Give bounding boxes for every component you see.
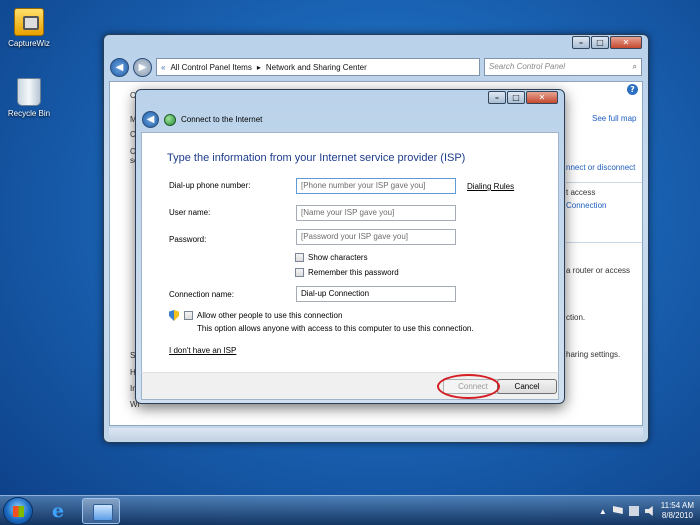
remember-password-label[interactable]: Remember this password [308, 268, 399, 277]
breadcrumb-separator-icon: ▸ [256, 62, 261, 72]
dialog-heading: Type the information from your Internet … [167, 152, 466, 164]
no-isp-link[interactable]: I don't have an ISP [169, 346, 236, 355]
search-input[interactable]: Search Control Panel ⌕ [484, 58, 642, 76]
show-characters-checkbox[interactable] [295, 253, 304, 262]
dialog-header: ◀ Connect to the Internet [142, 111, 262, 128]
connect-highlight-annotation [437, 374, 500, 399]
remember-password-checkbox[interactable] [295, 268, 304, 277]
dialog-title: Connect to the Internet [181, 115, 263, 124]
connect-disconnect-link[interactable]: nnect or disconnect [566, 163, 635, 172]
close-button[interactable]: ✕ [610, 36, 642, 49]
connection-name-value: Dial-up Connection [301, 289, 370, 298]
phone-number-input[interactable]: [Phone number your ISP gave you] [296, 178, 456, 194]
sharing-settings-text: haring settings. [566, 350, 621, 359]
password-label: Password: [169, 235, 207, 244]
phone-number-label: Dial-up phone number: [169, 181, 251, 190]
help-icon[interactable]: ? [627, 84, 638, 95]
window-controls: – □ ✕ [572, 36, 642, 49]
close-button[interactable]: ✕ [526, 91, 558, 104]
recycle-bin-icon [17, 78, 41, 106]
connection-name-label: Connection name: [169, 290, 234, 299]
see-full-map-link[interactable]: See full map [592, 114, 636, 123]
start-button[interactable] [3, 497, 33, 525]
action-center-flag-icon[interactable] [612, 506, 623, 514]
volume-icon[interactable] [644, 506, 653, 516]
user-name-input[interactable]: [Name your ISP gave you] [296, 205, 456, 221]
show-hidden-icons-icon[interactable]: ▲ [599, 507, 607, 516]
minimize-button[interactable]: – [488, 91, 506, 104]
search-placeholder: Search Control Panel [489, 62, 566, 71]
control-panel-taskbar-icon[interactable] [82, 498, 120, 524]
internet-explorer-icon[interactable] [40, 498, 78, 524]
dialog-body: Type the information from your Internet … [141, 132, 559, 372]
password-input[interactable]: [Password your ISP gave you] [296, 229, 456, 245]
breadcrumb-item[interactable]: Network and Sharing Center [266, 63, 367, 72]
dialog-window-controls: – □ ✕ [488, 91, 558, 104]
cancel-button[interactable]: Cancel [497, 379, 557, 394]
user-name-label: User name: [169, 208, 211, 217]
back-button[interactable]: ◀ [110, 57, 129, 77]
connection-link[interactable]: Connection [566, 201, 606, 210]
router-text: a router or access [566, 266, 631, 275]
access-type-text: t access [566, 188, 596, 197]
taskbar: ▲ 11:54 AM 8/8/2010 [0, 495, 700, 525]
system-tray: ▲ 11:54 AM 8/8/2010 [599, 496, 694, 525]
show-characters-label[interactable]: Show characters [308, 253, 368, 262]
address-bar[interactable]: « All Control Panel Items ▸ Network and … [156, 58, 480, 76]
maximize-button[interactable]: □ [507, 91, 525, 104]
allow-others-note: This option allows anyone with access to… [197, 324, 474, 333]
clock[interactable]: 11:54 AM 8/8/2010 [661, 501, 694, 521]
uac-shield-icon [169, 310, 179, 321]
dialing-rules-link[interactable]: Dialing Rules [467, 182, 514, 191]
status-bar [109, 428, 643, 440]
desktop-icon-label: CaptureWiz [8, 39, 50, 48]
phone-number-placeholder: [Phone number your ISP gave you] [301, 181, 426, 190]
network-icon[interactable] [628, 506, 639, 516]
forward-button[interactable]: ▶ [133, 57, 152, 77]
user-name-placeholder: [Name your ISP gave you] [301, 208, 395, 217]
connection-name-input[interactable]: Dial-up Connection [296, 286, 456, 302]
password-placeholder: [Password your ISP gave you] [301, 232, 409, 241]
allow-others-checkbox[interactable] [184, 311, 193, 320]
capturewiz-icon [14, 8, 44, 36]
navigation-bar: ◀ ▶ « All Control Panel Items ▸ Network … [110, 56, 642, 78]
breadcrumb-item[interactable]: All Control Panel Items [170, 63, 251, 72]
maximize-button[interactable]: □ [591, 36, 609, 49]
desktop-icon-label: Recycle Bin [7, 109, 51, 118]
connect-to-internet-dialog: – □ ✕ ◀ Connect to the Internet Type the… [135, 89, 565, 404]
clock-date: 8/8/2010 [661, 511, 693, 520]
allow-others-label[interactable]: Allow other people to use this connectio… [197, 311, 342, 320]
back-arrow-icon[interactable]: ◀ [142, 111, 159, 128]
desktop-icon-recycle-bin[interactable]: Recycle Bin [1, 78, 57, 118]
network-globe-icon [164, 113, 176, 126]
clock-time: 11:54 AM [660, 501, 694, 510]
control-panel-icon: « [161, 62, 166, 72]
connection-text: ction. [566, 313, 586, 322]
minimize-button[interactable]: – [572, 36, 590, 49]
search-icon: ⌕ [632, 62, 637, 71]
desktop-icon-capturewiz[interactable]: CaptureWiz [1, 8, 57, 48]
